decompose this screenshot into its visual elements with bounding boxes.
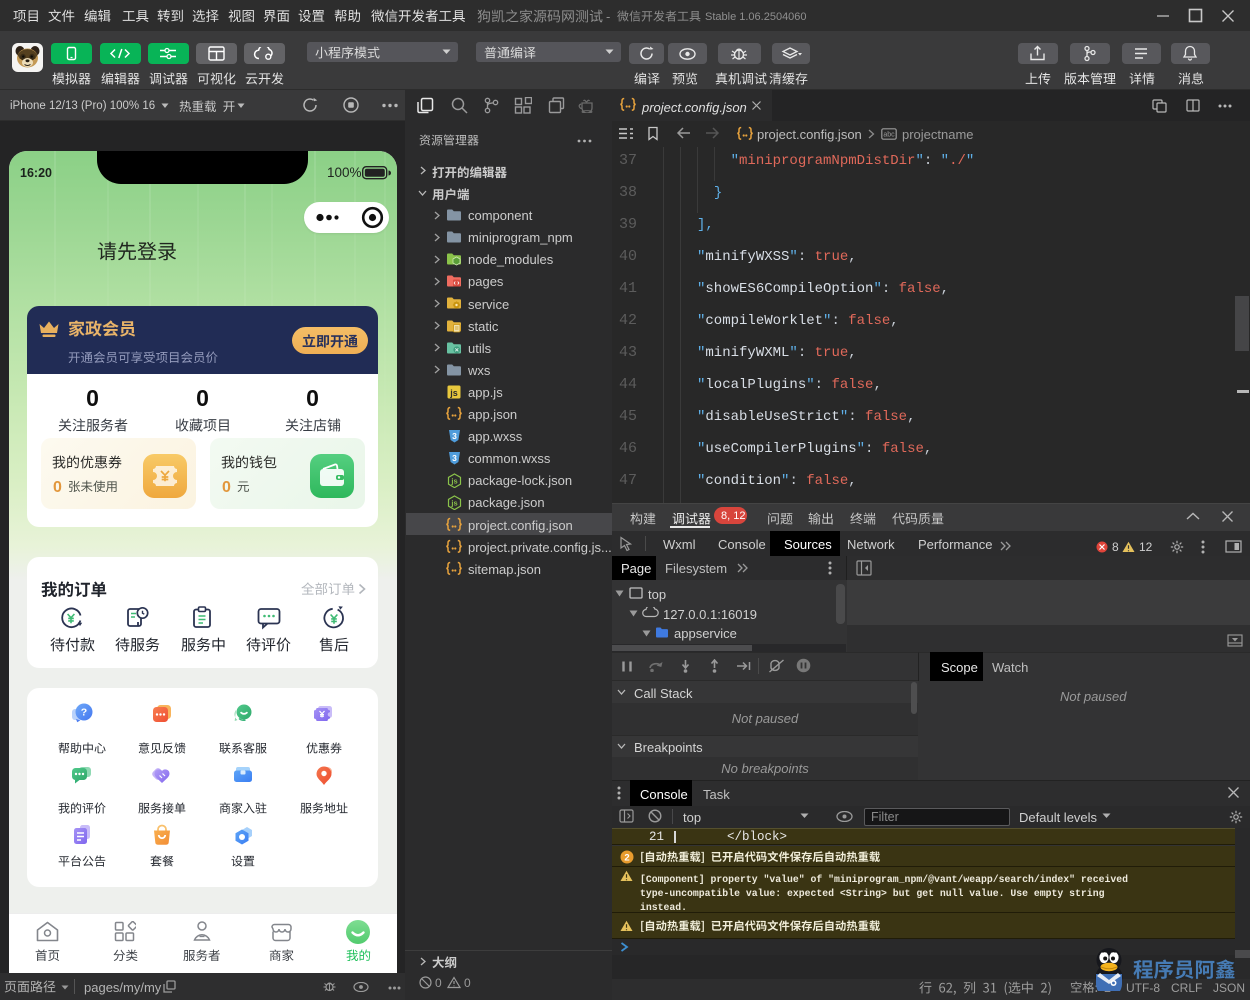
svg-text:3: 3	[452, 453, 457, 463]
svg-text:2: 2	[624, 853, 629, 864]
svg-text:3: 3	[452, 431, 457, 441]
svg-text:?: ?	[80, 707, 86, 719]
svg-text:js: js	[450, 498, 457, 507]
svg-text:js: js	[450, 476, 457, 485]
svg-text:abc: abc	[883, 132, 895, 139]
svg-text:js: js	[449, 388, 458, 398]
